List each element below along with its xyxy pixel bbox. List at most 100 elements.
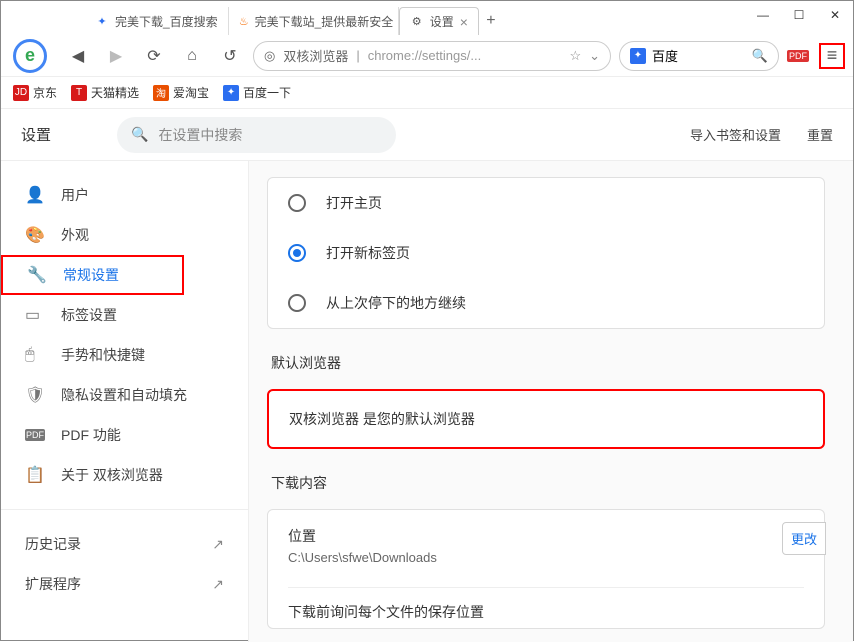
baidu-icon: ✦ bbox=[630, 48, 646, 64]
sidebar-link-extensions[interactable]: 扩展程序 ↗ bbox=[1, 564, 248, 604]
sidebar-item-tabs[interactable]: ▭ 标签设置 bbox=[1, 295, 248, 335]
settings-header: 设置 🔍 在设置中搜索 导入书签和设置 重置 bbox=[1, 109, 853, 161]
radio-icon bbox=[288, 244, 306, 262]
bookmarks-bar: JD京东 T天猫精选 淘爱淘宝 ✦百度一下 bbox=[1, 77, 853, 109]
bookmark-label: 天猫精选 bbox=[91, 84, 139, 101]
url-app-name: 双核浏览器 bbox=[283, 46, 348, 65]
chevron-down-icon[interactable]: ⌄ bbox=[589, 48, 600, 64]
sidebar-label: 扩展程序 bbox=[25, 574, 81, 594]
option-label: 打开新标签页 bbox=[326, 243, 410, 263]
pdf-icon[interactable]: PDF bbox=[787, 50, 809, 62]
minimize-button[interactable]: ― bbox=[745, 1, 781, 29]
download-location-value: C:\Users\sfwe\Downloads bbox=[288, 550, 804, 565]
sidebar-label: 标签设置 bbox=[61, 305, 117, 325]
radio-icon bbox=[288, 294, 306, 312]
option-label: 打开主页 bbox=[326, 193, 382, 213]
toolbar: ◀ ▶ ⟳ ⌂ ↺ ◎ 双核浏览器 | chrome://settings/..… bbox=[1, 35, 853, 77]
downloads-card: 位置 C:\Users\sfwe\Downloads 更改 下载前询问每个文件的… bbox=[267, 509, 825, 629]
search-engine-box[interactable]: ✦ 百度 🔍 bbox=[619, 41, 779, 71]
sidebar-label: 历史记录 bbox=[25, 534, 81, 554]
window-titlebar: ✦ 完美下载_百度搜索 ♨ 完美下载站_提供最新安全 ⚙ 设置 × + ― ☐ … bbox=[1, 1, 853, 35]
sidebar-label: 常规设置 bbox=[63, 265, 119, 285]
open-external-icon: ↗ bbox=[212, 576, 224, 593]
search-engine-label: 百度 bbox=[652, 46, 678, 65]
maximize-button[interactable]: ☐ bbox=[781, 1, 817, 29]
search-icon: 🔍 bbox=[131, 126, 148, 143]
default-browser-text: 双核浏览器 是您的默认浏览器 bbox=[289, 411, 475, 427]
browser-tab[interactable]: ♨ 完美下载站_提供最新安全 bbox=[229, 7, 399, 35]
section-title-downloads: 下载内容 bbox=[271, 473, 825, 493]
sidebar-item-appearance[interactable]: 🎨 外观 bbox=[1, 215, 248, 255]
tab-label: 完美下载_百度搜索 bbox=[115, 13, 218, 30]
star-icon[interactable]: ☆ bbox=[569, 48, 581, 64]
sidebar-label: 外观 bbox=[61, 225, 89, 245]
download-location-label: 位置 bbox=[288, 526, 804, 546]
download-ask-label: 下载前询问每个文件的保存位置 bbox=[288, 587, 804, 622]
tab-strip: ✦ 完美下载_百度搜索 ♨ 完美下载站_提供最新安全 ⚙ 设置 × + bbox=[85, 1, 853, 35]
radio-option-homepage[interactable]: 打开主页 bbox=[288, 178, 804, 228]
bookmark-item[interactable]: 淘爱淘宝 bbox=[153, 84, 209, 101]
sidebar-item-gestures[interactable]: 🖱 手势和快捷键 bbox=[1, 335, 248, 375]
search-icon[interactable]: 🔍 bbox=[752, 48, 768, 64]
radio-option-continue[interactable]: 从上次停下的地方继续 bbox=[288, 278, 804, 328]
browser-tab[interactable]: ⚙ 设置 × bbox=[399, 7, 479, 35]
reload-button[interactable]: ⟳ bbox=[139, 41, 169, 71]
sidebar-label: 用户 bbox=[61, 185, 89, 205]
bookmark-favicon: T bbox=[71, 85, 87, 101]
wrench-icon: 🔧 bbox=[27, 265, 47, 285]
reset-link[interactable]: 重置 bbox=[807, 125, 833, 144]
bookmark-favicon: JD bbox=[13, 85, 29, 101]
open-external-icon: ↗ bbox=[212, 536, 224, 553]
sidebar-item-privacy[interactable]: 🛡 隐私设置和自动填充 bbox=[1, 375, 248, 415]
new-tab-button[interactable]: + bbox=[479, 7, 503, 35]
change-location-button[interactable]: 更改 bbox=[782, 522, 826, 555]
browser-logo-icon bbox=[13, 39, 47, 73]
sidebar-item-about[interactable]: 📋 关于 双核浏览器 bbox=[1, 455, 248, 495]
sidebar-label: PDF 功能 bbox=[61, 425, 121, 445]
tab-label: 设置 bbox=[430, 13, 454, 30]
settings-sidebar: 👤 用户 🎨 外观 🔧 常规设置 ▭ 标签设置 🖱 手势和快捷键 🛡 隐私设置和自动填充 P… bbox=[1, 161, 249, 642]
sidebar-item-general[interactable]: 🔧 常规设置 bbox=[1, 255, 184, 295]
radio-icon bbox=[288, 194, 306, 212]
paw-icon: ✦ bbox=[95, 14, 109, 28]
window-controls: ― ☐ ✕ bbox=[745, 1, 853, 29]
tab-label: 完美下载站_提供最新安全 bbox=[255, 13, 394, 30]
home-button[interactable]: ⌂ bbox=[177, 41, 207, 71]
sidebar-label: 手势和快捷键 bbox=[61, 345, 145, 365]
settings-search[interactable]: 🔍 在设置中搜索 bbox=[117, 117, 396, 153]
pdf-icon: PDF bbox=[25, 429, 45, 441]
default-browser-card: 双核浏览器 是您的默认浏览器 bbox=[267, 389, 825, 449]
undo-nav-button[interactable]: ↺ bbox=[215, 41, 245, 71]
user-icon: 👤 bbox=[25, 185, 45, 205]
close-button[interactable]: ✕ bbox=[817, 1, 853, 29]
url-text: chrome://settings/... bbox=[368, 48, 481, 63]
bookmark-favicon: 淘 bbox=[153, 85, 169, 101]
sidebar-label: 隐私设置和自动填充 bbox=[61, 385, 187, 405]
bookmark-item[interactable]: T天猫精选 bbox=[71, 84, 139, 101]
shield-icon: 🛡 bbox=[25, 385, 45, 405]
main-menu-button[interactable]: ≡ bbox=[819, 43, 845, 69]
back-button[interactable]: ◀ bbox=[63, 41, 93, 71]
close-tab-icon[interactable]: × bbox=[460, 14, 468, 30]
sidebar-link-history[interactable]: 历史记录 ↗ bbox=[1, 524, 248, 564]
sidebar-item-pdf[interactable]: PDF PDF 功能 bbox=[1, 415, 248, 455]
browser-tab[interactable]: ✦ 完美下载_百度搜索 bbox=[85, 7, 229, 35]
bookmark-item[interactable]: JD京东 bbox=[13, 84, 57, 101]
tab-icon: ▭ bbox=[25, 305, 45, 325]
gear-icon: ⚙ bbox=[410, 15, 424, 29]
bookmark-label: 爱淘宝 bbox=[173, 84, 209, 101]
palette-icon: 🎨 bbox=[25, 225, 45, 245]
forward-button[interactable]: ▶ bbox=[101, 41, 131, 71]
clipboard-icon: 📋 bbox=[25, 465, 45, 485]
bookmark-label: 百度一下 bbox=[243, 84, 291, 101]
sidebar-item-user[interactable]: 👤 用户 bbox=[1, 175, 248, 215]
import-bookmarks-link[interactable]: 导入书签和设置 bbox=[690, 125, 781, 144]
search-placeholder: 在设置中搜索 bbox=[158, 125, 242, 145]
sidebar-label: 关于 双核浏览器 bbox=[61, 465, 163, 485]
address-bar[interactable]: ◎ 双核浏览器 | chrome://settings/... ☆ ⌄ bbox=[253, 41, 611, 71]
page-title: 设置 bbox=[21, 124, 101, 145]
radio-option-newtab[interactable]: 打开新标签页 bbox=[288, 228, 804, 278]
mouse-icon: 🖱 bbox=[25, 346, 45, 364]
bookmark-item[interactable]: ✦百度一下 bbox=[223, 84, 291, 101]
flame-icon: ♨ bbox=[239, 14, 249, 28]
